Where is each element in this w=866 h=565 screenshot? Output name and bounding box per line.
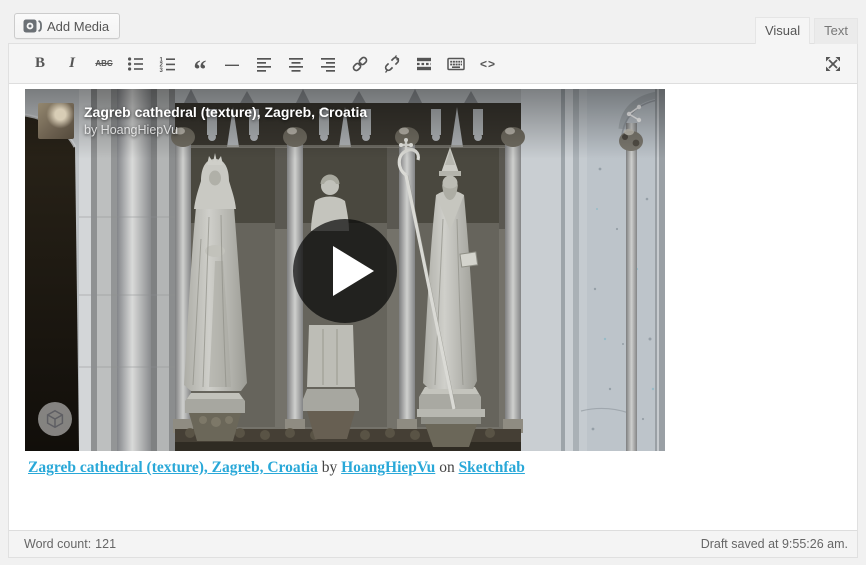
sketchfab-cube-icon: [46, 409, 64, 429]
keyboard-icon: [447, 57, 465, 70]
strikethrough-icon: ABC: [95, 59, 113, 68]
numbered-list-button[interactable]: 1 2 3: [154, 50, 182, 78]
align-left-icon: [257, 57, 271, 72]
blockquote-icon: “: [193, 54, 207, 84]
editor-mode-tabs: Visual Text: [754, 17, 858, 44]
bulleted-list-icon: [128, 56, 143, 71]
bulleted-list-button[interactable]: [122, 50, 150, 78]
embed-header: Zagreb cathedral (texture), Zagreb, Croa…: [38, 103, 367, 139]
embed-title[interactable]: Zagreb cathedral (texture), Zagreb, Croa…: [84, 103, 367, 122]
tab-text[interactable]: Text: [814, 18, 858, 44]
wordpress-editor-page: Add Media Visual Text B I ABC 1 2 3 “ — …: [0, 0, 866, 565]
play-icon: [293, 219, 397, 323]
word-count-value: 121: [95, 537, 117, 551]
align-left-button[interactable]: [250, 50, 278, 78]
fullscreen-button[interactable]: [819, 50, 847, 78]
svg-text:3: 3: [160, 67, 164, 73]
sketchfab-embed[interactable]: Zagreb cathedral (texture), Zagreb, Croa…: [25, 89, 665, 451]
bold-button[interactable]: B: [26, 50, 54, 78]
code-icon: <>: [479, 56, 496, 71]
code-button[interactable]: <>: [474, 50, 502, 78]
sketchfab-logo[interactable]: [38, 402, 72, 436]
unlink-icon: [384, 54, 400, 73]
blockquote-button[interactable]: “: [186, 50, 214, 84]
align-right-button[interactable]: [314, 50, 342, 78]
add-media-icon: [23, 18, 42, 34]
editor-status-bar: Word count: 121 Draft saved at 9:55:26 am…: [9, 530, 857, 557]
add-media-label: Add Media: [47, 18, 110, 34]
align-center-icon: [289, 57, 303, 72]
remove-link-button[interactable]: [378, 50, 406, 78]
horizontal-rule-icon: —: [225, 55, 239, 72]
link-icon: [352, 56, 368, 71]
align-right-icon: [321, 57, 335, 72]
formatting-toolbar: B I ABC 1 2 3 “ — <>: [9, 44, 857, 84]
keyboard-button[interactable]: [442, 50, 470, 78]
word-count-label: Word count:: [24, 537, 92, 551]
strikethrough-button[interactable]: ABC: [90, 50, 118, 78]
caption-model-link[interactable]: Zagreb cathedral (texture), Zagreb, Croa…: [28, 459, 318, 476]
bold-icon: B: [34, 55, 45, 71]
align-center-button[interactable]: [282, 50, 310, 78]
tab-visual[interactable]: Visual: [754, 17, 811, 44]
fullscreen-expand-icon: [826, 56, 840, 71]
word-count: Word count: 121: [24, 537, 116, 551]
author-avatar[interactable]: [38, 103, 74, 139]
embed-byline[interactable]: by HoangHiepVu: [84, 122, 367, 139]
numbered-list-icon: 1 2 3: [160, 57, 175, 73]
more-tag-icon: [417, 57, 431, 70]
editor-content-area[interactable]: Zagreb cathedral (texture), Zagreb, Croa…: [9, 85, 857, 530]
caption-on-text: on: [435, 459, 459, 476]
caption-site-link[interactable]: Sketchfab: [459, 459, 525, 476]
insert-link-button[interactable]: [346, 50, 374, 78]
draft-saved-status: Draft saved at 9:55:26 am.: [700, 537, 848, 551]
horizontal-rule-button[interactable]: —: [218, 50, 246, 78]
play-button[interactable]: [293, 219, 397, 323]
add-media-button[interactable]: Add Media: [14, 13, 121, 39]
italic-icon: I: [69, 55, 75, 71]
more-tag-button[interactable]: [410, 50, 438, 78]
italic-button[interactable]: I: [58, 50, 86, 78]
editor-frame: B I ABC 1 2 3 “ — <> Zagreb cathedral (t…: [8, 43, 858, 558]
caption-author-link[interactable]: HoangHiepVu: [341, 459, 435, 476]
caption-by-text: by: [317, 459, 342, 476]
embed-caption: Zagreb cathedral (texture), Zagreb, Croa…: [28, 459, 841, 477]
